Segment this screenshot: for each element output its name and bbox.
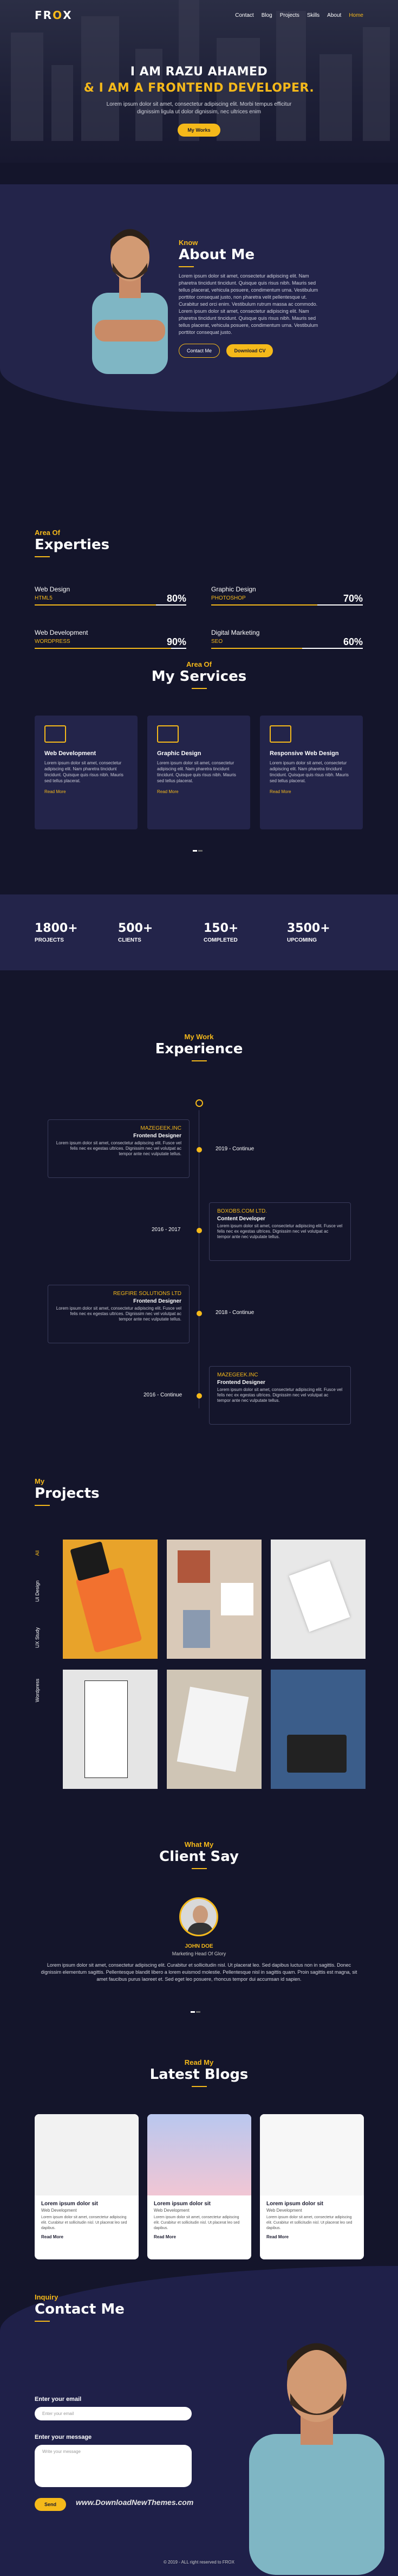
nav-about[interactable]: About xyxy=(327,12,341,18)
experience-date-1: 2019 - Continue xyxy=(216,1146,255,1152)
skill-web-development: Web Development WORDPRESS 90% xyxy=(35,629,186,649)
message-label: Enter your message xyxy=(35,2434,92,2440)
download-cv-button[interactable]: Download CV xyxy=(226,344,273,357)
counter-projects: 1800+ PROJECTS xyxy=(35,922,78,943)
tab-ui-design[interactable]: UI Design xyxy=(35,1580,40,1602)
skill-web-design: Web Design HTML5 80% xyxy=(35,585,186,606)
logo[interactable]: FROX xyxy=(35,9,73,22)
counter-section: 1800+ PROJECTS 500+ CLIENTS 150+ COMPLETED … xyxy=(0,894,398,970)
service-card-web-development: Web Development Lorem ipsum dolor sit ame… xyxy=(35,716,138,829)
about-kicker: Know xyxy=(179,239,198,247)
counter-completed: 150+ COMPLETED xyxy=(204,922,239,943)
testimonial-heading: What My Client Say xyxy=(0,1840,398,1869)
experience-card-2: BOXOBS.COM LTD. Content Developer Lorem ip… xyxy=(209,1202,351,1261)
tab-wordpress[interactable]: Wordpress xyxy=(35,1679,40,1702)
blog-card-1[interactable]: Lorem ipsum dolor sit Web Development Lore… xyxy=(35,2114,139,2259)
tab-ux-study[interactable]: UX Study xyxy=(35,1627,40,1648)
contact-heading: Inquiry Contact Me xyxy=(35,2293,125,2322)
tab-all[interactable]: All xyxy=(35,1550,40,1556)
projects-heading: My Projects xyxy=(35,1477,100,1506)
message-field[interactable]: Write your message xyxy=(35,2445,192,2487)
experience-date-3: 2018 - Continue xyxy=(216,1310,255,1316)
devices-icon xyxy=(270,725,291,743)
service-card-graphic-design: Graphic Design Lorem ipsum dolor sit amet… xyxy=(147,716,250,829)
footer-copyright: © 2019 - ALL right reserved to FROX xyxy=(164,2560,234,2565)
skill-digital-marketing: Digital Marketing SEO 60% xyxy=(211,629,363,649)
watermark: www.DownloadNewThemes.com xyxy=(76,2498,194,2507)
counter-upcoming: 3500+ UPCOMING xyxy=(287,922,330,943)
laptop-icon xyxy=(44,725,66,743)
experience-card-3: REGFIRE SOLUTIONS LTD Frontend Designer Lo… xyxy=(48,1285,190,1343)
navbar: FROX Contact Blog Projects Skills About … xyxy=(0,0,398,30)
skill-bar-fill xyxy=(35,648,171,649)
send-button[interactable]: Send xyxy=(35,2498,67,2511)
blog-card-2[interactable]: Lorem ipsum dolor sit Web Development Lore… xyxy=(147,2114,251,2259)
email-field[interactable]: Enter your email xyxy=(35,2407,192,2420)
project-card[interactable] xyxy=(271,1540,366,1659)
skill-bar-fill xyxy=(35,604,156,606)
hero-line1: I AM RAZU AHAMED xyxy=(130,65,268,79)
email-label: Enter your email xyxy=(35,2396,82,2403)
read-more-link[interactable]: Read More xyxy=(270,789,353,794)
main-menu: Contact Blog Projects Skills About Home xyxy=(235,12,363,18)
about-portrait xyxy=(92,229,168,374)
contact-portrait xyxy=(249,2343,384,2575)
client-avatar xyxy=(179,1897,218,1936)
experience-card-1: MAZEGEEK.INC Frontend Designer Lorem ipsum… xyxy=(48,1119,190,1178)
briefcase-icon xyxy=(195,1099,203,1107)
about-text: Lorem ipsum dolor sit amet, consectetur … xyxy=(179,273,318,335)
experience-date-4: 2016 - Continue xyxy=(143,1392,182,1398)
project-filter-tabs: All UI Design UX Study Wordpress xyxy=(22,1550,40,1746)
contact-me-button[interactable]: Contact Me xyxy=(179,344,220,358)
nav-contact[interactable]: Contact xyxy=(235,12,253,18)
services-heading: Area Of My Services xyxy=(0,660,398,689)
blog-card-3[interactable]: Lorem ipsum dolor sit Web Development Lore… xyxy=(260,2114,364,2259)
portfolio-page: { "nav": {"logo_a":"FR","logo_b":"O","lo… xyxy=(0,0,398,2576)
experience-heading: My Work Experience xyxy=(0,1033,398,1061)
hero-text: Lorem ipsum dolor sit amet, consectetur … xyxy=(106,101,292,115)
hero-line2: & I AM A FRONTEND DEVELOPER. xyxy=(83,81,315,95)
about-title: About Me xyxy=(179,247,255,263)
nav-projects[interactable]: Projects xyxy=(280,12,299,18)
about-section: Know About Me Lorem ipsum dolor sit amet… xyxy=(0,184,398,412)
project-card[interactable] xyxy=(271,1670,366,1789)
skill-bar-fill xyxy=(211,648,302,649)
carousel-dots[interactable] xyxy=(193,845,206,852)
experience-date-2: 2016 - 2017 xyxy=(152,1227,181,1233)
skills-heading: Area Of Experties xyxy=(35,529,109,557)
read-more-link[interactable]: Read More xyxy=(44,789,128,794)
testimonial-dots[interactable] xyxy=(191,2006,207,2013)
project-card[interactable] xyxy=(167,1540,262,1659)
blogs-heading: Read My Latest Blogs xyxy=(0,2058,398,2087)
project-card[interactable] xyxy=(63,1670,158,1789)
project-card[interactable] xyxy=(167,1670,262,1789)
project-card[interactable] xyxy=(63,1540,158,1659)
counter-clients: 500+ CLIENTS xyxy=(118,922,153,943)
nav-blog[interactable]: Blog xyxy=(262,12,272,18)
service-card-responsive: Responsive Web Design Lorem ipsum dolor s… xyxy=(260,716,363,829)
my-works-button[interactable]: My Works xyxy=(178,124,220,137)
nav-home[interactable]: Home xyxy=(349,12,363,18)
design-icon xyxy=(157,725,179,743)
experience-card-4: MAZEGEEK.INC Frontend Designer Lorem ipsum… xyxy=(209,1366,351,1425)
read-more-link[interactable]: Read More xyxy=(157,789,240,794)
nav-skills[interactable]: Skills xyxy=(307,12,319,18)
skill-bar-fill xyxy=(211,604,317,606)
client-info: JOHN DOE Marketing Head Of Glory Lorem i… xyxy=(41,1943,357,1982)
skill-graphic-design: Graphic Design PHOTOSHOP 70% xyxy=(211,585,363,606)
